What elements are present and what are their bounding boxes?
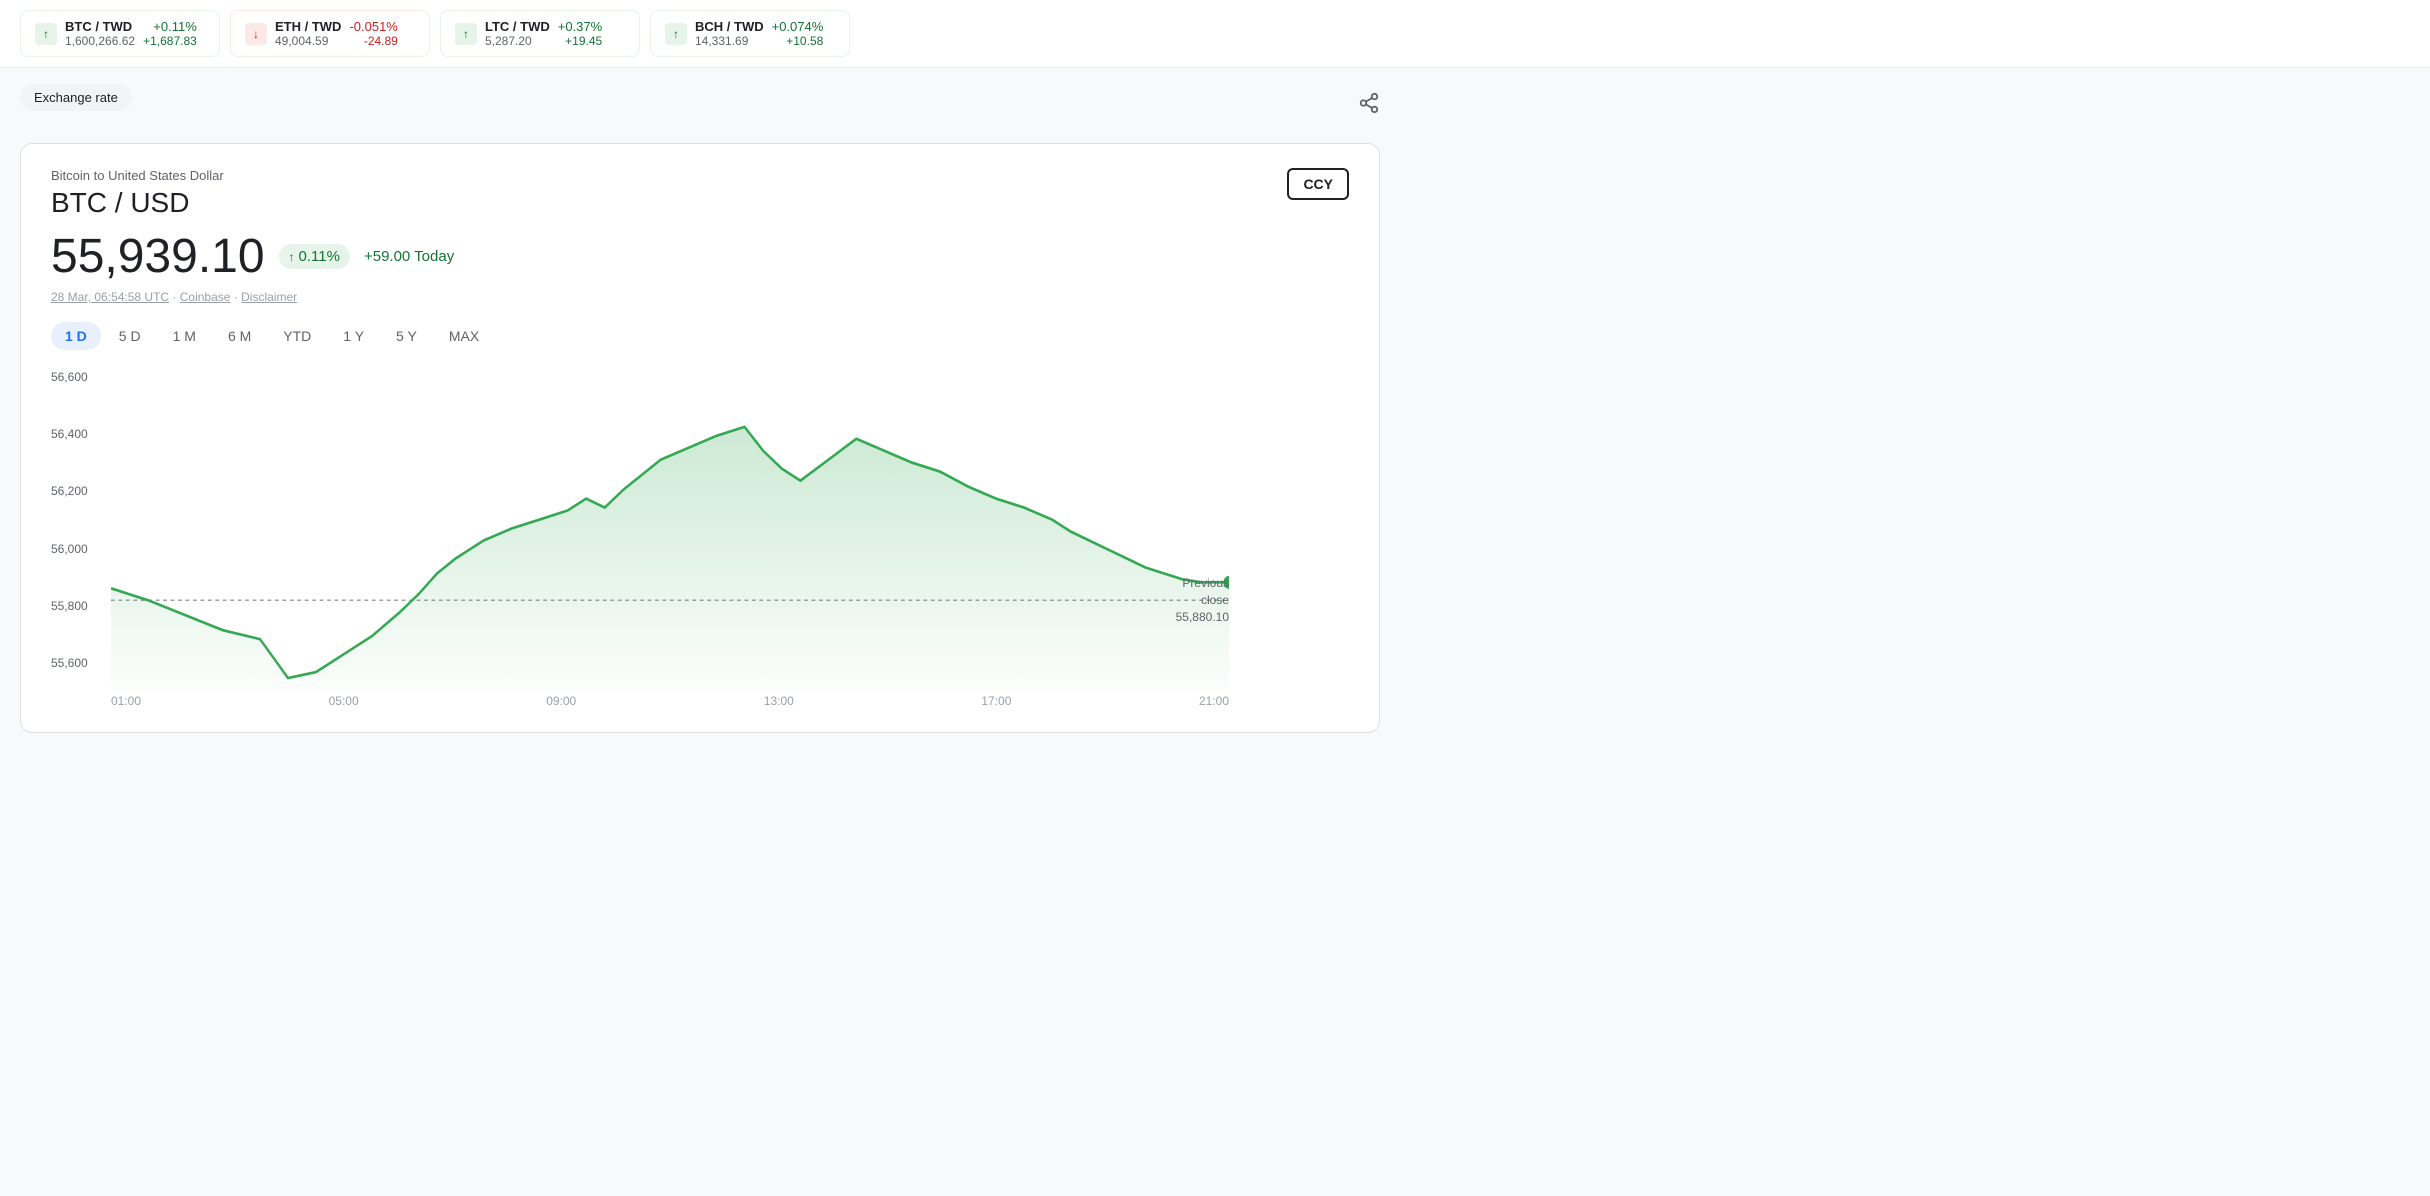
y-axis-label: 56,200 [51, 484, 88, 498]
time-btn-5-y[interactable]: 5 Y [382, 322, 431, 350]
time-btn-5-d[interactable]: 5 D [105, 322, 155, 350]
ticker-price: 14,331.69 [695, 34, 764, 48]
ticker-arrow-up-icon: ↑ [665, 23, 687, 45]
ticker-price: 49,004.59 [275, 34, 341, 48]
ticker-change: +0.074% +10.58 [772, 19, 824, 48]
current-price: 55,939.10 [51, 229, 265, 284]
time-btn-max[interactable]: MAX [435, 322, 493, 350]
ticker-pct: +0.11% [153, 19, 197, 34]
chart-card: Bitcoin to United States Dollar BTC / US… [20, 143, 1380, 733]
pct-change: 0.11% [299, 248, 340, 265]
ticker-change: +0.37% +19.45 [558, 19, 602, 48]
ticker-pair: LTC / TWD [485, 19, 550, 34]
ticker-pair: BCH / TWD [695, 19, 764, 34]
ticker-card[interactable]: ↑ LTC / TWD 5,287.20 +0.37% +19.45 [440, 10, 640, 57]
y-axis-label: 56,400 [51, 427, 88, 441]
chart-container: 56,600 56,400 56,200 56,000 55,800 55,600 [51, 370, 1349, 690]
time-btn-1-y[interactable]: 1 Y [329, 322, 378, 350]
ticker-arrow-up-icon: ↑ [35, 23, 57, 45]
ticker-price: 5,287.20 [485, 34, 550, 48]
ticker-abs: +10.58 [786, 34, 823, 48]
ticker-card[interactable]: ↑ BTC / TWD 1,600,266.62 +0.11% +1,687.8… [20, 10, 220, 57]
x-axis-label: 05:00 [329, 694, 359, 708]
ticker-pair: BTC / TWD [65, 19, 135, 34]
ticker-arrow-up-icon: ↑ [455, 23, 477, 45]
x-axis-label: 01:00 [111, 694, 141, 708]
ticker-pair: ETH / TWD [275, 19, 341, 34]
time-btn-1-d[interactable]: 1 D [51, 322, 101, 350]
time-range-selector: 1 D5 D1 M6 MYTD1 Y5 YMAX [51, 322, 1349, 350]
ticker-abs: +19.45 [565, 34, 602, 48]
ticker-change: +0.11% +1,687.83 [143, 19, 197, 48]
time-btn-6-m[interactable]: 6 M [214, 322, 265, 350]
time-btn-ytd[interactable]: YTD [269, 322, 325, 350]
ticker-abs: +1,687.83 [143, 34, 197, 48]
ticker-pct: +0.37% [558, 19, 602, 34]
exchange-rate-label[interactable]: Exchange rate [20, 84, 132, 111]
y-axis-labels: 56,600 56,400 56,200 56,000 55,800 55,600 [51, 370, 88, 690]
ticker-arrow-down-icon: ↓ [245, 23, 267, 45]
x-axis-label: 09:00 [546, 694, 576, 708]
share-icon[interactable] [1358, 92, 1380, 120]
data-source: 28 Mar, 06:54:58 UTC · Coinbase · Discla… [51, 290, 454, 304]
previous-close-label: Previous close 55,880.10 [1176, 575, 1229, 625]
ticker-info: BCH / TWD 14,331.69 [695, 19, 764, 48]
ccy-button[interactable]: CCY [1287, 168, 1349, 200]
y-axis-label: 56,600 [51, 370, 88, 384]
change-badge: ↑ 0.11% [279, 244, 350, 269]
ticker-info: LTC / TWD 5,287.20 [485, 19, 550, 48]
ticker-card[interactable]: ↓ ETH / TWD 49,004.59 -0.051% -24.89 [230, 10, 430, 57]
y-axis-label: 55,600 [51, 656, 88, 670]
ticker-bar: ↑ BTC / TWD 1,600,266.62 +0.11% +1,687.8… [0, 0, 2430, 68]
pair-title: BTC / USD [51, 187, 454, 219]
change-today: +59.00 Today [364, 248, 454, 265]
chart-area: Previous close 55,880.10 [111, 370, 1229, 690]
x-axis-label: 17:00 [981, 694, 1011, 708]
ticker-info: ETH / TWD 49,004.59 [275, 19, 341, 48]
chart-svg [111, 370, 1229, 690]
ticker-info: BTC / TWD 1,600,266.62 [65, 19, 135, 48]
price-row: 55,939.10 ↑ 0.11% +59.00 Today [51, 229, 454, 284]
ticker-pct: -0.051% [349, 19, 397, 34]
y-axis-label: 55,800 [51, 599, 88, 613]
x-axis-label: 21:00 [1199, 694, 1229, 708]
disclaimer-link[interactable]: Disclaimer [241, 290, 297, 304]
ticker-change: -0.051% -24.89 [349, 19, 397, 48]
x-axis-labels: 01:00 05:00 09:00 13:00 17:00 21:00 [51, 694, 1349, 708]
y-axis-label: 56,000 [51, 542, 88, 556]
ticker-pct: +0.074% [772, 19, 824, 34]
time-btn-1-m[interactable]: 1 M [159, 322, 210, 350]
ticker-abs: -24.89 [364, 34, 398, 48]
up-arrow-icon: ↑ [289, 250, 295, 264]
chart-title-area: Bitcoin to United States Dollar BTC / US… [51, 168, 454, 322]
ticker-card[interactable]: ↑ BCH / TWD 14,331.69 +0.074% +10.58 [650, 10, 850, 57]
pair-subtitle: Bitcoin to United States Dollar [51, 168, 454, 183]
source-link[interactable]: Coinbase [180, 290, 231, 304]
main-content: Exchange rate Bitcoin to United States D… [0, 68, 1400, 749]
x-axis-label: 13:00 [764, 694, 794, 708]
chart-header: Bitcoin to United States Dollar BTC / US… [51, 168, 1349, 322]
ticker-price: 1,600,266.62 [65, 34, 135, 48]
